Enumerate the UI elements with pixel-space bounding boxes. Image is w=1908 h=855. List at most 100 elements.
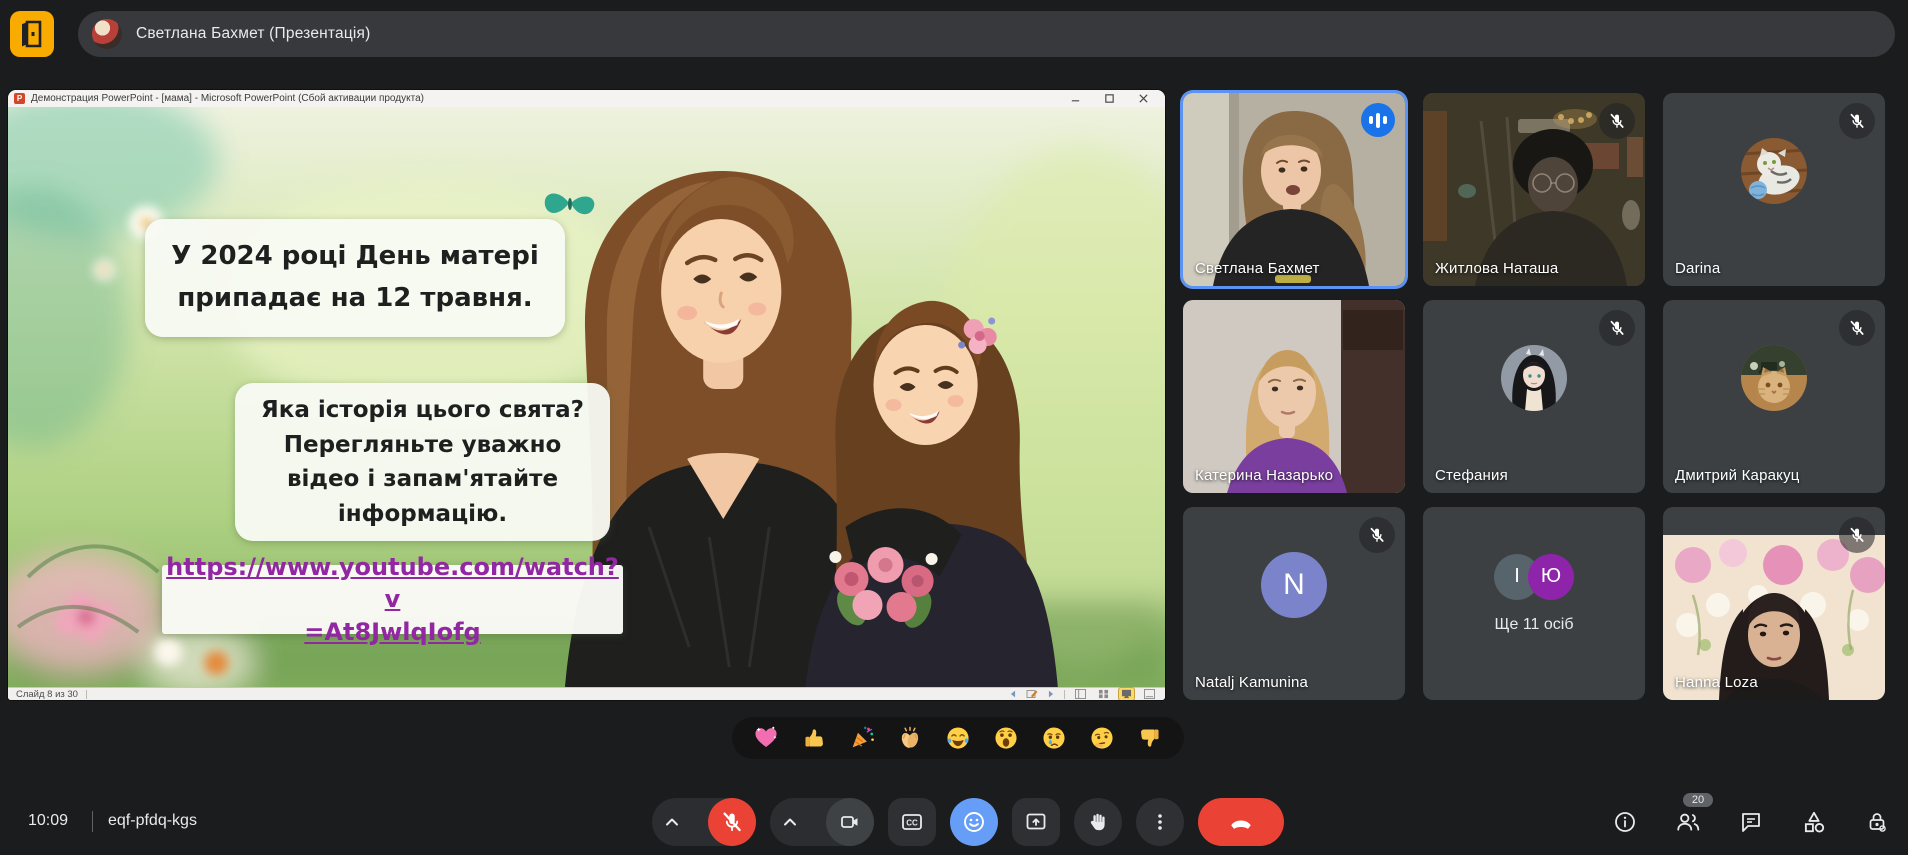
camera-options-chevron[interactable]	[770, 818, 810, 826]
tile-darina[interactable]: Darina	[1663, 93, 1885, 286]
more-vert-icon	[1148, 810, 1172, 834]
reactions-button[interactable]	[950, 798, 998, 846]
maximize-icon[interactable]	[1104, 93, 1115, 104]
slide-textbox-question: Яка історія цього свята? Перегляньте ува…	[235, 383, 610, 541]
people-panel-button[interactable]: 20	[1675, 809, 1701, 835]
chat-icon	[1739, 810, 1763, 834]
call-controls: CC	[652, 798, 1284, 846]
mic-options-chevron[interactable]	[652, 818, 692, 826]
powerpoint-window: P Демонстрация PowerPoint - [мама] - Mic…	[8, 90, 1165, 700]
participant-name: Darina	[1675, 260, 1720, 277]
activities-icon	[1801, 809, 1827, 835]
muted-mic-icon	[1359, 517, 1395, 553]
meet-app: Светлана Бахмет (Презентація) P Демонстр…	[0, 0, 1908, 855]
slideshow-view-icon[interactable]	[1119, 688, 1134, 700]
participant-name: Дмитрий Каракуц	[1675, 467, 1800, 484]
powerpoint-app-icon: P	[14, 93, 25, 104]
present-icon	[1024, 810, 1048, 834]
thumbs-up-emoji[interactable]	[799, 723, 829, 753]
presenter-avatar	[92, 19, 122, 49]
sparkling-heart-emoji[interactable]	[751, 723, 781, 753]
video-feed	[1183, 300, 1405, 493]
muted-mic-icon	[1839, 310, 1875, 346]
tile-overflow-others[interactable]: І Ю Ще 11 осіб	[1423, 507, 1645, 700]
powerpoint-title-text: Демонстрация PowerPoint - [мама] - Micro…	[31, 93, 424, 104]
normal-view-icon[interactable]	[1073, 688, 1088, 700]
reactions-bar	[732, 717, 1184, 759]
svg-text:CC: CC	[906, 819, 918, 828]
videocam-icon	[838, 810, 862, 834]
classroom-door-logo[interactable]	[10, 11, 54, 57]
participant-name: Стефания	[1435, 467, 1508, 484]
more-options-button[interactable]	[1136, 798, 1184, 846]
muted-mic-icon	[1599, 103, 1635, 139]
tile-natalj-kamunina[interactable]: N Natalj Kamunina	[1183, 507, 1405, 700]
presenter-pill[interactable]: Светлана Бахмет (Презентація)	[78, 11, 1895, 57]
close-icon[interactable]	[1138, 93, 1149, 104]
cat-avatar	[1741, 138, 1807, 204]
host-lock-icon	[1865, 810, 1889, 834]
hand-icon	[1087, 811, 1109, 833]
speaking-indicator	[1361, 103, 1395, 137]
powerpoint-titlebar: P Демонстрация PowerPoint - [мама] - Mic…	[8, 90, 1165, 107]
mic-control-group	[652, 798, 756, 846]
tile-hanna-loza[interactable]: Hanna Loza	[1663, 507, 1885, 700]
slide-textbox-fact: У 2024 році День матері припадає на 12 т…	[145, 219, 565, 337]
annotate-pen-icon[interactable]	[1026, 688, 1038, 700]
camera-control-group	[770, 798, 874, 846]
cat-car-avatar	[1741, 345, 1807, 411]
muted-mic-icon	[1599, 310, 1635, 346]
face-with-tears-of-joy-emoji[interactable]	[943, 723, 973, 753]
presenter-name: Светлана Бахмет (Презентація)	[136, 25, 371, 43]
letter-avatar: N	[1261, 552, 1327, 618]
crying-face-emoji[interactable]	[1039, 723, 1069, 753]
thumbs-down-emoji[interactable]	[1135, 723, 1165, 753]
party-popper-emoji[interactable]	[847, 723, 877, 753]
participant-name: Светлана Бахмет	[1195, 260, 1320, 277]
powerpoint-statusbar: Слайд 8 из 30	[8, 687, 1165, 700]
tile-kateryna-nazarko[interactable]: Катерина Назарько	[1183, 300, 1405, 493]
host-controls-button[interactable]	[1864, 809, 1890, 835]
participant-name: Катерина Назарько	[1195, 467, 1333, 484]
next-slide-icon[interactable]	[1046, 689, 1056, 699]
overflow-label: Ще 11 осіб	[1494, 616, 1573, 634]
chat-panel-button[interactable]	[1738, 809, 1764, 835]
info-icon	[1613, 810, 1637, 834]
slide-youtube-link[interactable]: https://www.youtube.com/watch?v =At8Jwlq…	[162, 565, 623, 634]
face-with-open-mouth-emoji[interactable]	[991, 723, 1021, 753]
tile-zhytlova-natasha[interactable]: Житлова Наташа	[1423, 93, 1645, 286]
tile-stefaniya[interactable]: Стефания	[1423, 300, 1645, 493]
participant-name: Natalj Kamunina	[1195, 674, 1308, 691]
smiley-icon	[962, 810, 986, 834]
meeting-info-button[interactable]	[1612, 809, 1638, 835]
minimize-icon[interactable]	[1070, 93, 1081, 104]
end-call-button[interactable]	[1198, 798, 1284, 846]
tile-svitlana-bakhmet[interactable]: Светлана Бахмет	[1183, 93, 1405, 286]
call-end-icon	[1228, 809, 1254, 835]
captions-button[interactable]: CC	[888, 798, 936, 846]
present-screen-button[interactable]	[1012, 798, 1060, 846]
slide-sorter-view-icon[interactable]	[1096, 688, 1111, 700]
tile-dmytriy-karakuts[interactable]: Дмитрий Каракуц	[1663, 300, 1885, 493]
activities-button[interactable]	[1801, 809, 1827, 835]
people-icon	[1675, 809, 1701, 835]
presentation-slide: У 2024 році День матері припадає на 12 т…	[8, 107, 1165, 687]
camera-button[interactable]	[826, 798, 874, 846]
clock-time: 10:09	[28, 812, 68, 830]
anime-avatar	[1501, 345, 1567, 411]
participant-count-badge: 20	[1683, 793, 1713, 807]
meeting-code: eqf-pfdq-kgs	[108, 812, 197, 830]
raise-hand-button[interactable]	[1074, 798, 1122, 846]
muted-mic-icon	[1839, 517, 1875, 553]
slide-counter: Слайд 8 из 30	[16, 689, 78, 700]
thinking-face-emoji[interactable]	[1087, 723, 1117, 753]
clapping-hands-emoji[interactable]	[895, 723, 925, 753]
previous-slide-icon[interactable]	[1008, 689, 1018, 699]
bottombar-divider	[92, 811, 93, 832]
statusbar-divider	[86, 690, 87, 699]
mic-muted-button[interactable]	[708, 798, 756, 846]
door-icon	[19, 19, 45, 49]
reading-view-icon[interactable]	[1142, 688, 1157, 700]
participant-name: Hanna Loza	[1675, 674, 1758, 691]
meeting-panels: 20	[1612, 798, 1890, 846]
